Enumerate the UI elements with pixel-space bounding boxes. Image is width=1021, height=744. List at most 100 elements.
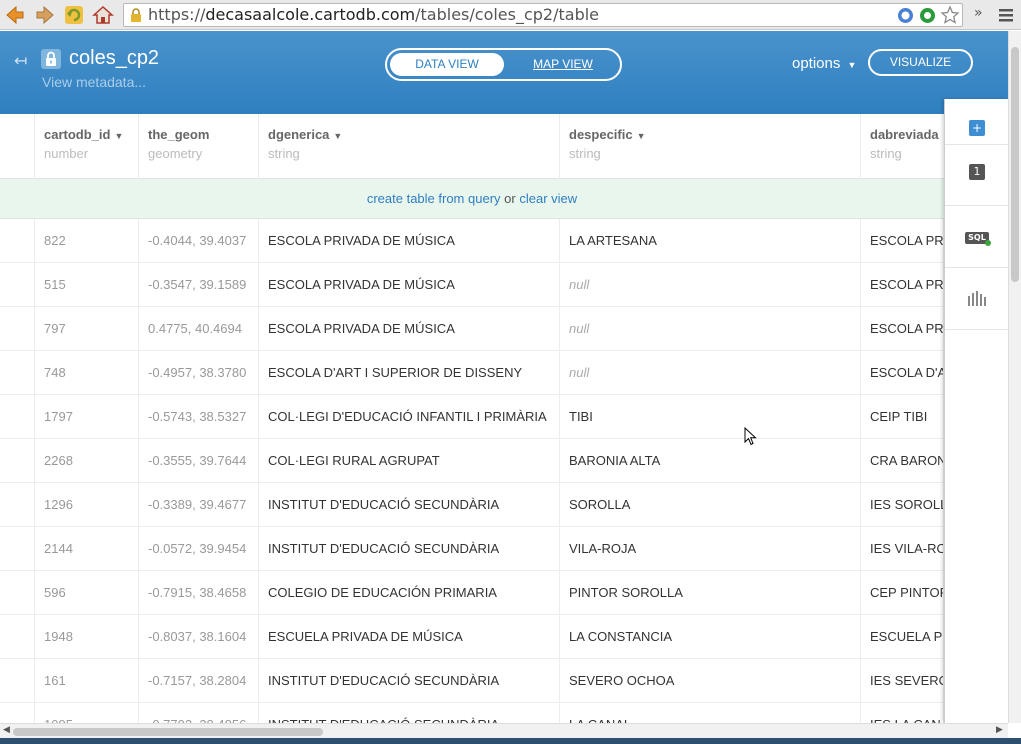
row-selector-cell[interactable] (0, 395, 35, 439)
column-header[interactable]: despecific ▼ string (560, 114, 861, 179)
column-header[interactable]: dabreviada string (861, 114, 944, 179)
dabreviada-cell[interactable]: CEP PINTOR (861, 571, 944, 615)
caret-down-icon[interactable]: ▼ (333, 131, 342, 141)
sql-tool[interactable]: SQL (945, 206, 1009, 268)
dgenerica-cell[interactable]: INSTITUT D'EDUCACIÓ SECUNDÀRIA (259, 527, 560, 571)
the-geom-cell[interactable]: -0.7157, 38.2804 (139, 659, 259, 703)
dgenerica-cell[interactable]: INSTITUT D'EDUCACIÓ SECUNDÀRIA (259, 483, 560, 527)
the-geom-cell[interactable]: -0.7702, 38.4856 (139, 703, 259, 723)
options-menu[interactable]: options ▼ (792, 55, 856, 72)
table-row[interactable]: 748 -0.4957, 38.3780 ESCOLA D'ART I SUPERI… (0, 351, 944, 395)
horizontal-scrollbar-thumb[interactable] (13, 728, 323, 736)
dgenerica-cell[interactable]: ESCOLA D'ART I SUPERIOR DE DISSENY (259, 351, 560, 395)
despecific-cell[interactable]: BARONIA ALTA (560, 439, 861, 483)
table-row[interactable]: 515 -0.3547, 39.1589 ESCOLA PRIVADA DE MÚS… (0, 263, 944, 307)
horizontal-scrollbar[interactable]: ◀ ▶ (0, 723, 1008, 738)
url-bar[interactable]: https://decasaalcole.cartodb.com/tables/… (123, 3, 963, 27)
cartodb-id-cell[interactable]: 1948 (35, 615, 139, 659)
cartodb-id-cell[interactable]: 822 (35, 219, 139, 263)
visualize-button[interactable]: VISUALIZE (868, 49, 973, 76)
star-icon[interactable] (940, 5, 960, 25)
table-name[interactable]: coles_cp2 (69, 47, 159, 70)
row-selector-cell[interactable] (0, 659, 35, 703)
despecific-cell[interactable]: null (560, 351, 861, 395)
cartodb-id-cell[interactable]: 596 (35, 571, 139, 615)
clear-view-link[interactable]: clear view (519, 191, 577, 206)
row-selector-cell[interactable] (0, 527, 35, 571)
back-icon[interactable] (4, 4, 26, 26)
row-selector-cell[interactable] (0, 263, 35, 307)
the-geom-cell[interactable]: -0.4957, 38.3780 (139, 351, 259, 395)
row-selector-cell[interactable] (0, 351, 35, 395)
row-selector-cell[interactable] (0, 703, 35, 723)
cartodb-id-cell[interactable]: 161 (35, 659, 139, 703)
dgenerica-cell[interactable]: COL·LEGI D'EDUCACIÓ INFANTIL I PRIMÀRIA (259, 395, 560, 439)
dgenerica-cell[interactable]: ESCOLA PRIVADA DE MÚSICA (259, 263, 560, 307)
cartodb-id-cell[interactable]: 2268 (35, 439, 139, 483)
caret-down-icon[interactable]: ▼ (637, 131, 646, 141)
the-geom-cell[interactable]: 0.4775, 40.4694 (139, 307, 259, 351)
table-row[interactable]: 2268 -0.3555, 39.7644 COL·LEGI RURAL AGRUP… (0, 439, 944, 483)
the-geom-cell[interactable]: -0.7915, 38.4658 (139, 571, 259, 615)
despecific-cell[interactable]: null (560, 307, 861, 351)
table-row[interactable]: 161 -0.7157, 38.2804 INSTITUT D'EDUCACIÓ S… (0, 659, 944, 703)
reload-icon[interactable] (63, 4, 85, 26)
despecific-cell[interactable]: SOROLLA (560, 483, 861, 527)
despecific-cell[interactable]: VILA-ROJA (560, 527, 861, 571)
cartodb-id-cell[interactable]: 1095 (35, 703, 139, 723)
despecific-cell[interactable]: LA ARTESANA (560, 219, 861, 263)
cartodb-id-cell[interactable]: 515 (35, 263, 139, 307)
dgenerica-cell[interactable]: COLEGIO DE EDUCACIÓN PRIMARIA (259, 571, 560, 615)
table-row[interactable]: 822 -0.4044, 39.4037 ESCOLA PRIVADA DE MÚS… (0, 219, 944, 263)
view-metadata-link[interactable]: View metadata... (42, 74, 146, 90)
dabreviada-cell[interactable]: ESCUELA P (861, 615, 944, 659)
cartodb-id-cell[interactable]: 1296 (35, 483, 139, 527)
the-geom-cell[interactable]: -0.3547, 39.1589 (139, 263, 259, 307)
dgenerica-cell[interactable]: ESCOLA PRIVADA DE MÚSICA (259, 219, 560, 263)
table-row[interactable]: 596 -0.7915, 38.4658 COLEGIO DE EDUCACIÓN … (0, 571, 944, 615)
caret-down-icon[interactable]: ▼ (114, 131, 123, 141)
the-geom-cell[interactable]: -0.5743, 38.5327 (139, 395, 259, 439)
row-selector-cell[interactable] (0, 615, 35, 659)
overflow-chevron-icon[interactable]: » (974, 5, 983, 21)
row-selector-cell[interactable] (0, 483, 35, 527)
dgenerica-cell[interactable]: ESCUELA PRIVADA DE MÚSICA (259, 615, 560, 659)
chart-tool[interactable] (945, 268, 1009, 330)
dabreviada-cell[interactable]: ESCOLA PR (861, 219, 944, 263)
home-icon[interactable] (92, 4, 114, 26)
table-row[interactable]: 1948 -0.8037, 38.1604 ESCUELA PRIVADA DE M… (0, 615, 944, 659)
table-row[interactable]: 1797 -0.5743, 38.5327 COL·LEGI D'EDUCACIÓ … (0, 395, 944, 439)
the-geom-cell[interactable]: -0.3555, 39.7644 (139, 439, 259, 483)
the-geom-cell[interactable]: -0.0572, 39.9454 (139, 527, 259, 571)
column-header[interactable]: the_geom geometry (139, 114, 259, 179)
data-view-tab[interactable]: DATA VIEW (390, 53, 504, 76)
row-selector-cell[interactable] (0, 219, 35, 263)
the-geom-cell[interactable]: -0.8037, 38.1604 (139, 615, 259, 659)
dabreviada-cell[interactable]: CRA BARON (861, 439, 944, 483)
dabreviada-cell[interactable]: IES SEVERO (861, 659, 944, 703)
dabreviada-cell[interactable]: IES VILA-RO (861, 527, 944, 571)
dabreviada-cell[interactable]: CEIP TIBI (861, 395, 944, 439)
dabreviada-cell[interactable]: ESCOLA D'A (861, 351, 944, 395)
cartodb-id-cell[interactable]: 1797 (35, 395, 139, 439)
column-header[interactable]: dgenerica ▼ string (259, 114, 560, 179)
the-geom-cell[interactable]: -0.4044, 39.4037 (139, 219, 259, 263)
extension-icon[interactable] (919, 7, 936, 24)
back-arrow-icon[interactable]: ↤ (14, 51, 27, 70)
scroll-left-icon[interactable]: ◀ (3, 725, 10, 735)
dgenerica-cell[interactable]: ESCOLA PRIVADA DE MÚSICA (259, 307, 560, 351)
cartodb-id-cell[interactable]: 748 (35, 351, 139, 395)
create-table-from-query-link[interactable]: create table from query (367, 191, 501, 206)
forward-icon[interactable] (34, 4, 56, 26)
dabreviada-cell[interactable]: ESCOLA PR (861, 307, 944, 351)
row-selector-cell[interactable] (0, 571, 35, 615)
table-row[interactable]: 1095-0.7702, 38.4856INSTITUT D'EDUCACIÓ … (0, 703, 944, 723)
cartodb-id-cell[interactable]: 797 (35, 307, 139, 351)
despecific-cell[interactable]: null (560, 263, 861, 307)
dabreviada-cell[interactable]: IES SOROLL (861, 483, 944, 527)
vertical-scrollbar-thumb[interactable] (1011, 47, 1019, 282)
despecific-cell[interactable]: TIBI (560, 395, 861, 439)
google-icon[interactable] (897, 7, 914, 24)
despecific-cell[interactable]: LA CONSTANCIA (560, 615, 861, 659)
despecific-cell[interactable]: SEVERO OCHOA (560, 659, 861, 703)
